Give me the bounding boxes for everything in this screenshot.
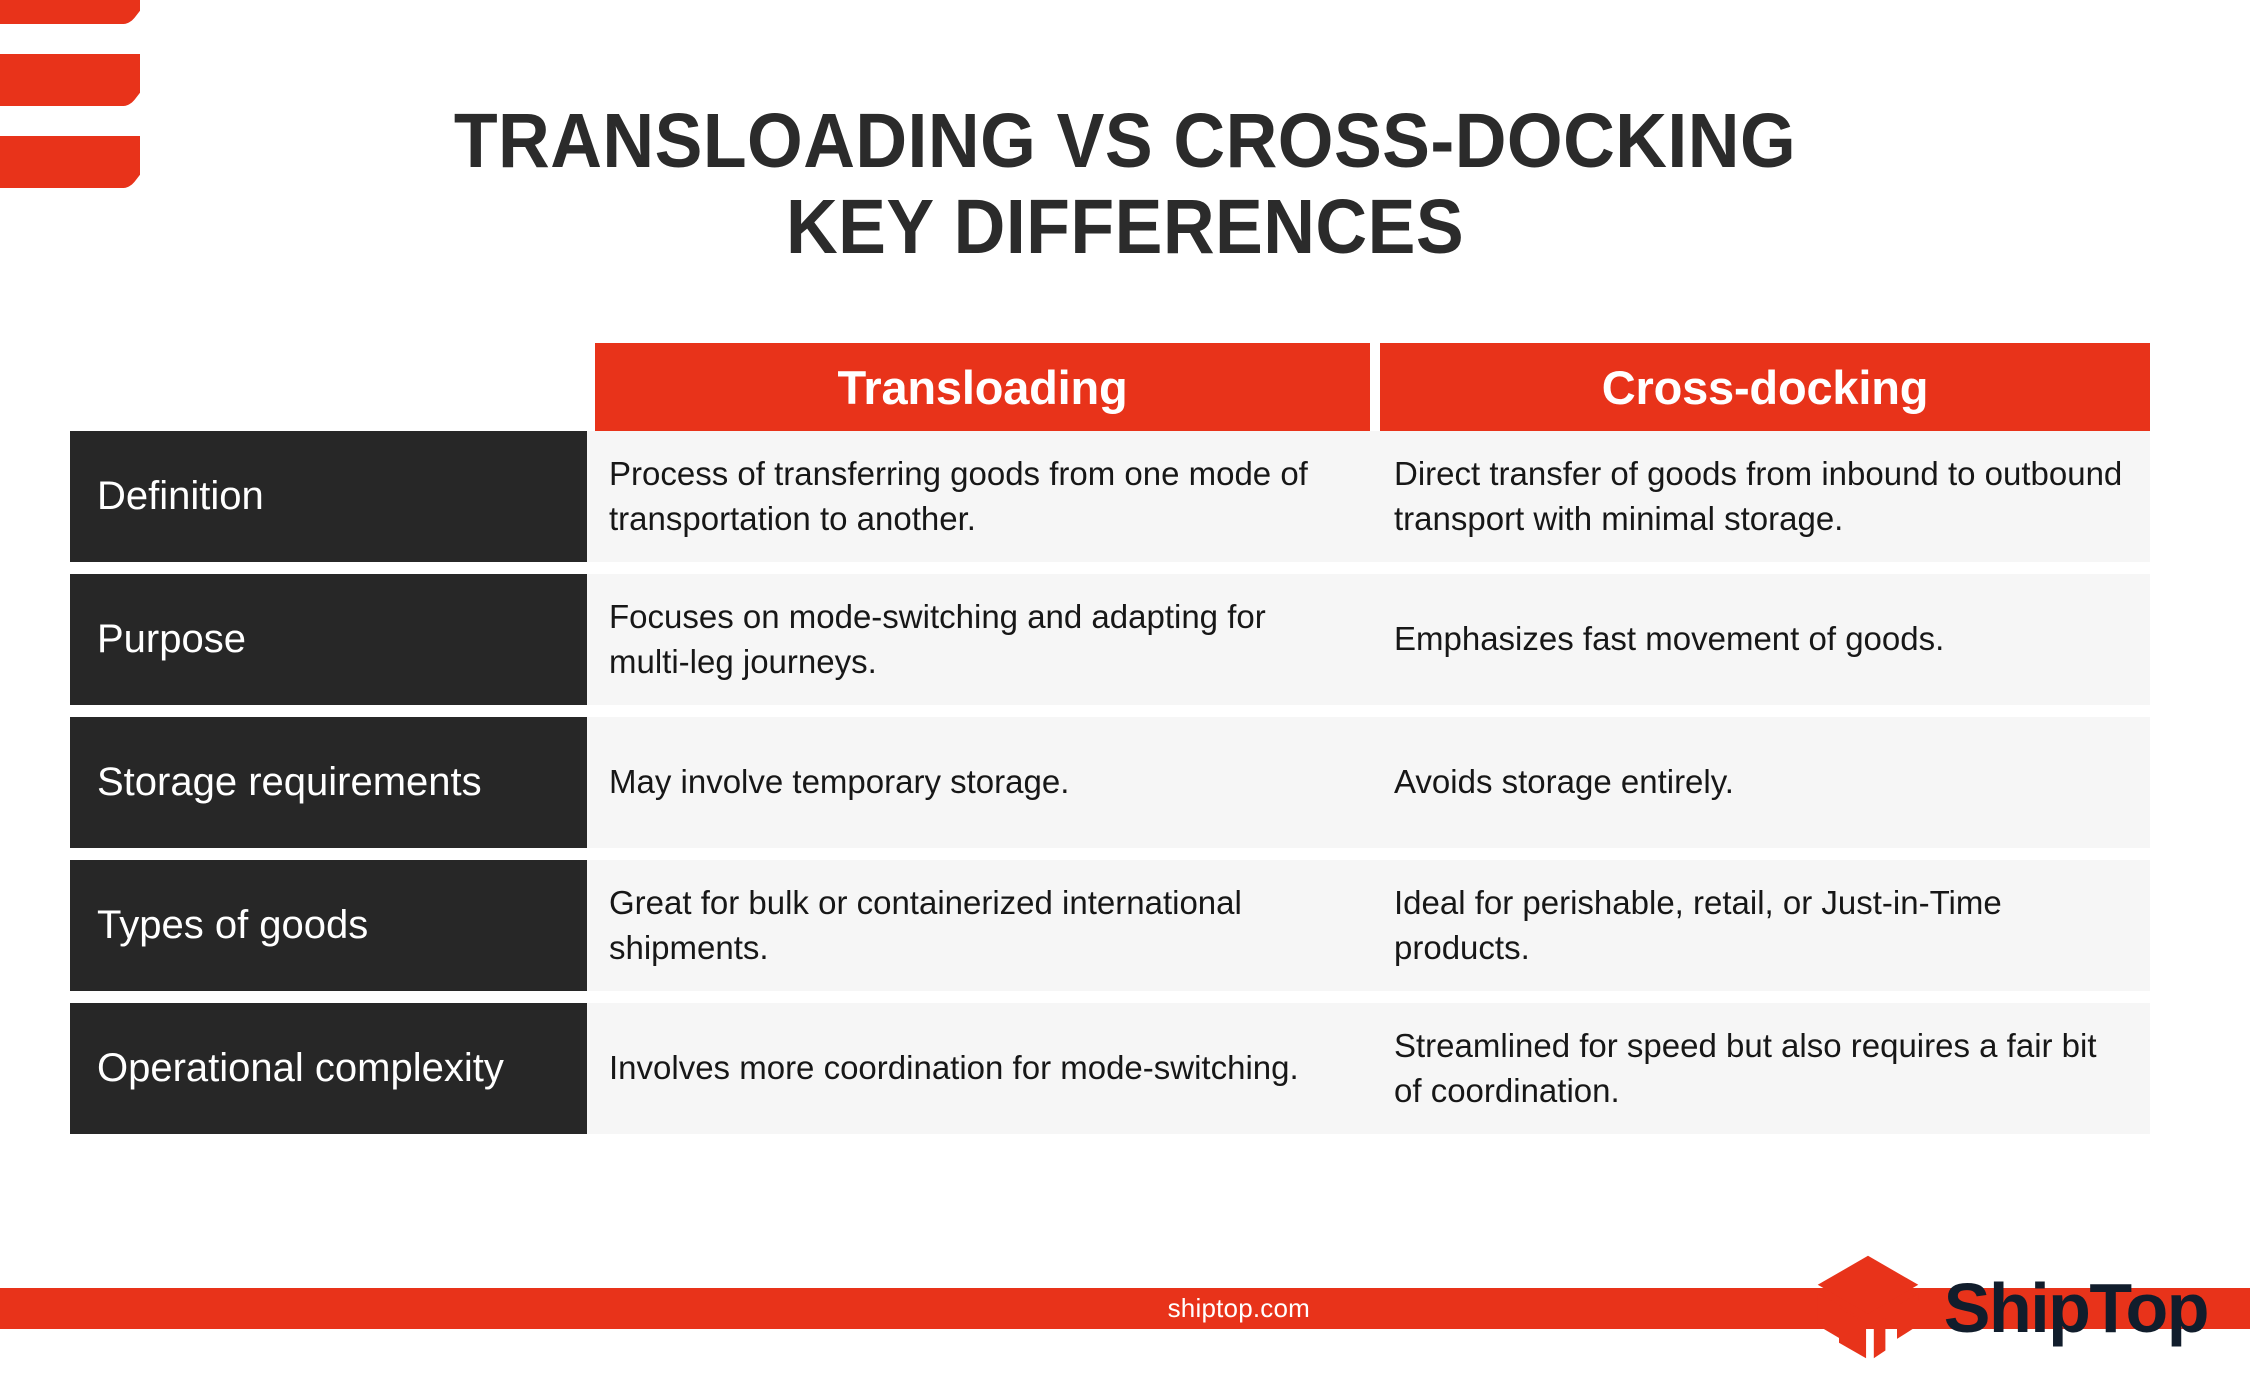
row-body: Focuses on mode-switching and adapting f… (587, 574, 2150, 705)
brand-name: ShipTop (1943, 1269, 2210, 1347)
table-row: Storage requirements May involve tempora… (70, 717, 2150, 848)
table-header-row: Transloading Cross-docking (595, 343, 2150, 431)
table-row: Definition Process of transferring goods… (70, 431, 2150, 562)
column-header-cross-docking: Cross-docking (1380, 343, 2150, 431)
row-body: Process of transferring goods from one m… (587, 431, 2150, 562)
row-label: Storage requirements (70, 717, 587, 848)
cell-transloading: Process of transferring goods from one m… (609, 455, 1308, 537)
table-row: Operational complexity Involves more coo… (70, 1003, 2150, 1134)
cell-cross-docking: Ideal for perishable, retail, or Just-in… (1394, 884, 2002, 966)
row-label: Purpose (70, 574, 587, 705)
stripe-1 (0, 0, 140, 24)
row-body: Great for bulk or containerized internat… (587, 860, 2150, 991)
cell-cross-docking: Direct transfer of goods from inbound to… (1394, 455, 2123, 537)
comparison-table: Transloading Cross-docking Definition Pr… (70, 343, 2150, 1146)
cell-transloading: Focuses on mode-switching and adapting f… (609, 598, 1266, 680)
column-header-gap (1370, 343, 1380, 431)
page-title: TRANSLOADING VS CROSS-DOCKING KEY DIFFER… (453, 97, 1797, 270)
cell-cross-docking: Avoids storage entirely. (1394, 763, 1734, 801)
row-body: May involve temporary storage. Avoids st… (587, 717, 2150, 848)
brand-logo: ShipTop (1810, 1250, 2210, 1366)
cell-transloading: Great for bulk or containerized internat… (609, 884, 1242, 966)
cell-transloading: May involve temporary storage. (609, 763, 1070, 801)
row-label: Definition (70, 431, 587, 562)
row-label: Types of goods (70, 860, 587, 991)
row-body: Involves more coordination for mode-swit… (587, 1003, 2150, 1134)
cell-transloading: Involves more coordination for mode-swit… (609, 1049, 1299, 1087)
cell-cross-docking: Emphasizes fast movement of goods. (1394, 620, 1945, 658)
row-label: Operational complexity (70, 1003, 587, 1134)
table-row: Purpose Focuses on mode-switching and ad… (70, 574, 2150, 705)
table-row: Types of goods Great for bulk or contain… (70, 860, 2150, 991)
column-header-transloading: Transloading (595, 343, 1370, 431)
cell-cross-docking: Streamlined for speed but also requires … (1394, 1027, 2097, 1109)
footer-website-url: shiptop.com (1167, 1293, 1310, 1323)
shiptop-box-logo-icon (1810, 1250, 1926, 1366)
